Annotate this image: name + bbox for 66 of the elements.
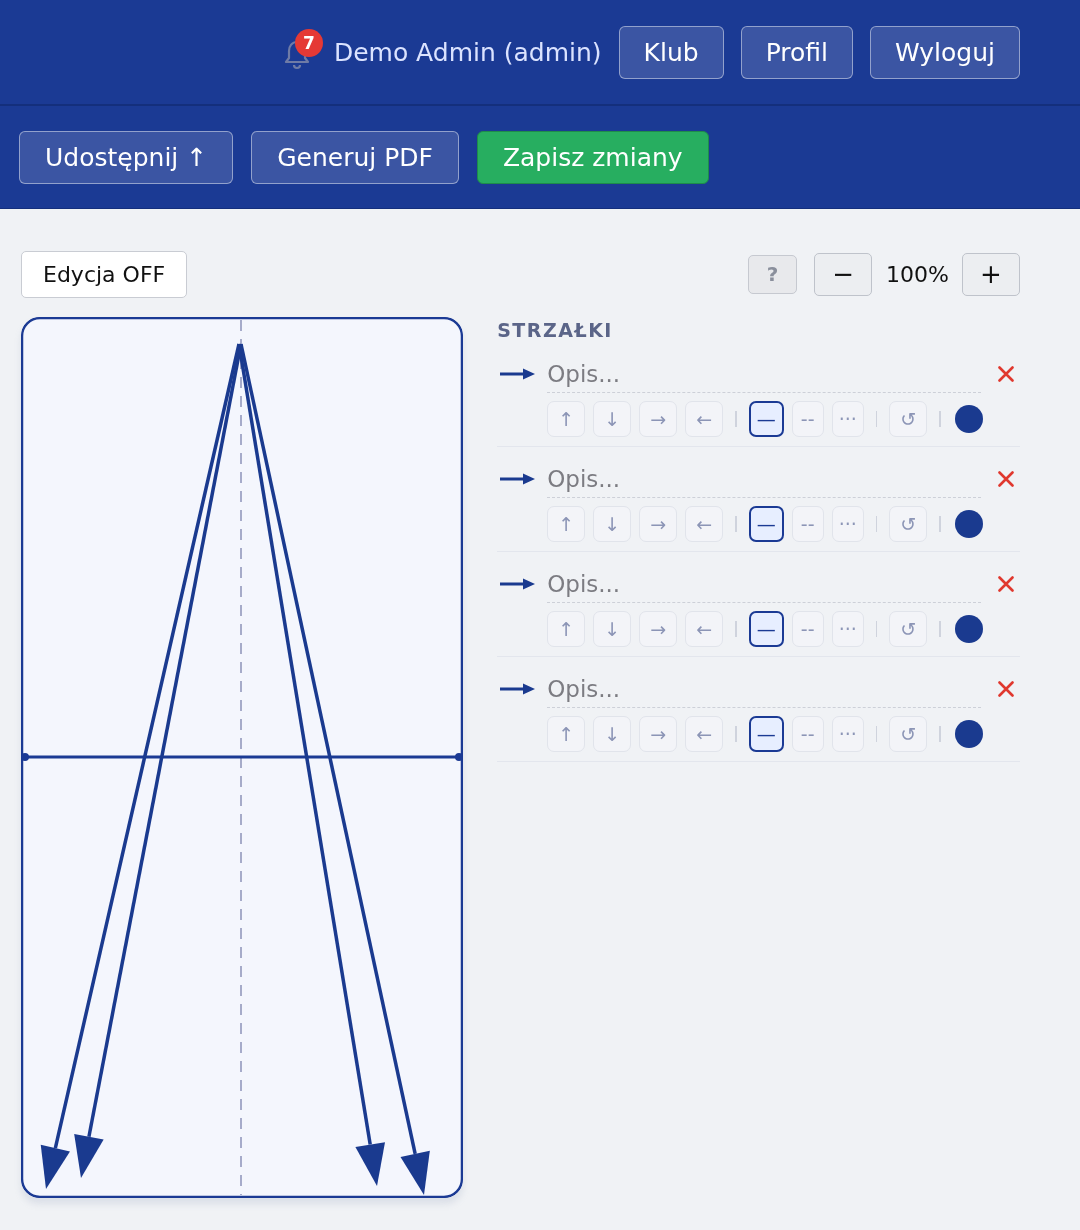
reset-button[interactable]: ↺ — [889, 506, 928, 542]
reset-button[interactable]: ↺ — [889, 401, 928, 437]
line-style-button[interactable]: -- — [791, 506, 824, 542]
line-style-button[interactable]: -- — [791, 716, 824, 752]
close-icon — [998, 681, 1015, 697]
close-icon — [998, 366, 1015, 382]
user-name: Demo Admin (admin) — [333, 37, 602, 67]
zoom-in-button[interactable]: + — [962, 252, 1020, 296]
color-swatch-icon[interactable] — [954, 615, 983, 643]
arrow-icon — [500, 368, 536, 380]
direction-button[interactable]: → — [639, 506, 678, 542]
line-style-button[interactable]: — — [748, 506, 784, 542]
close-icon — [998, 471, 1015, 487]
arrow-icon — [500, 473, 536, 485]
notification-badge: 7 — [294, 29, 323, 57]
save-button[interactable]: Zapisz zmiany — [476, 130, 709, 184]
reset-button[interactable]: ↺ — [889, 611, 928, 647]
line-style-button[interactable]: -- — [791, 401, 824, 437]
toolbar-button[interactable]: Udostępnij ↑ — [19, 130, 234, 184]
header-button[interactable]: Wyloguj — [870, 25, 1020, 79]
direction-button[interactable]: ← — [685, 611, 724, 647]
reset-button[interactable]: ↺ — [889, 716, 928, 752]
direction-button[interactable]: ↑ — [547, 716, 586, 752]
color-swatch-icon[interactable] — [954, 510, 983, 538]
line-style-button[interactable]: ··· — [831, 506, 864, 542]
direction-button[interactable]: → — [639, 716, 678, 752]
header-button[interactable]: Profil — [740, 25, 853, 79]
direction-button[interactable]: ↓ — [593, 401, 632, 437]
line-style-button[interactable]: ··· — [831, 401, 864, 437]
remove-button[interactable] — [997, 365, 1016, 383]
line-style-button[interactable]: ··· — [831, 611, 864, 647]
section-title: STRZAŁKI — [497, 318, 614, 342]
direction-button[interactable]: → — [639, 401, 678, 437]
arrow-icon — [500, 578, 536, 590]
remove-button[interactable] — [997, 575, 1016, 593]
toolbar-button[interactable]: Generuj PDF — [251, 130, 459, 184]
help-button[interactable]: ? — [748, 254, 798, 294]
line-style-button[interactable]: -- — [791, 611, 824, 647]
direction-button[interactable]: ← — [685, 716, 724, 752]
zoom-out-button[interactable]: − — [814, 252, 873, 296]
direction-button[interactable]: ← — [685, 401, 724, 437]
description-field[interactable]: Opis... — [547, 565, 982, 603]
remove-button[interactable] — [997, 470, 1016, 488]
line-style-button[interactable]: — — [748, 611, 784, 647]
direction-button[interactable]: ↑ — [547, 401, 586, 437]
zoom-level: 100% — [886, 261, 949, 287]
arrow-icon — [500, 683, 536, 695]
color-swatch-icon[interactable] — [954, 405, 983, 433]
header-button[interactable]: Klub — [618, 25, 724, 79]
direction-button[interactable]: ← — [685, 506, 724, 542]
edit-toggle-button[interactable]: Edycja OFF — [21, 250, 188, 298]
direction-button[interactable]: ↑ — [547, 506, 586, 542]
description-field[interactable]: Opis... — [547, 670, 982, 708]
direction-button[interactable]: → — [639, 611, 678, 647]
color-swatch-icon[interactable] — [954, 720, 983, 748]
description-field[interactable]: Opis... — [547, 355, 982, 393]
direction-button[interactable]: ↓ — [593, 611, 632, 647]
close-icon — [998, 576, 1015, 592]
remove-button[interactable] — [997, 680, 1016, 698]
line-style-button[interactable]: — — [748, 401, 784, 437]
line-style-button[interactable]: — — [748, 716, 784, 752]
direction-button[interactable]: ↓ — [593, 506, 632, 542]
direction-button[interactable]: ↑ — [547, 611, 586, 647]
line-style-button[interactable]: ··· — [831, 716, 864, 752]
description-field[interactable]: Opis... — [547, 460, 982, 498]
direction-button[interactable]: ↓ — [593, 716, 632, 752]
